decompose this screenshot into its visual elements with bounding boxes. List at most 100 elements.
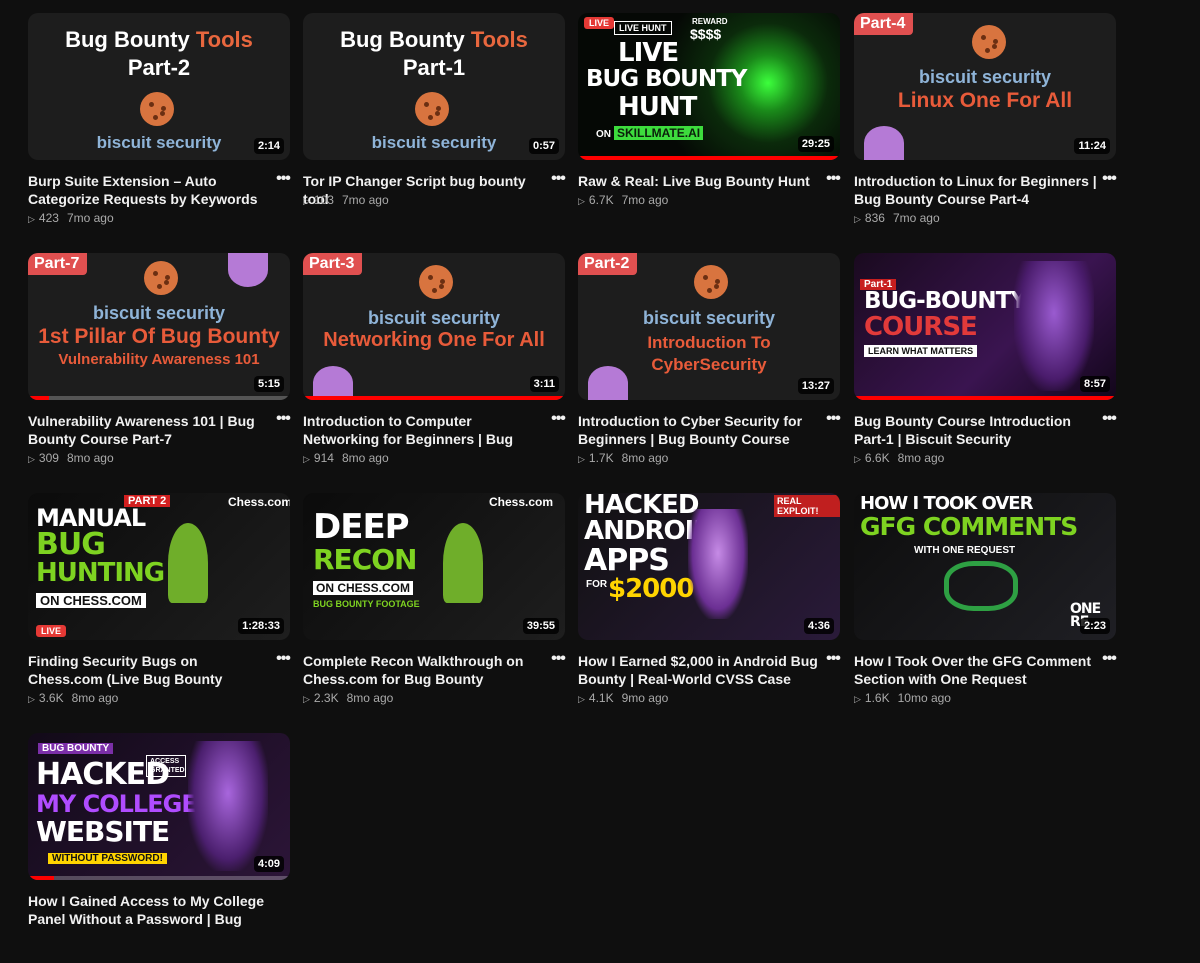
cookie-logo-icon — [419, 265, 453, 299]
watch-progress — [854, 396, 1116, 400]
thumb-sub: BUG BOUNTY FOOTAGE — [313, 599, 420, 609]
thumb-brand: biscuit security — [371, 133, 497, 152]
view-count: 423 — [38, 211, 59, 225]
thumb-reward-money: $$$$ — [690, 26, 722, 42]
video-title[interactable]: Introduction to Computer Networking for … — [303, 412, 547, 448]
thumb-brand: Chess.com — [489, 495, 554, 509]
more-vert-icon[interactable]: ••• — [824, 171, 842, 191]
thumb-headline: Networking One For All — [323, 329, 545, 351]
video-thumbnail[interactable]: Part-3 biscuit security Networking One F… — [303, 253, 565, 400]
watch-progress — [28, 876, 55, 880]
video-title[interactable]: How I Gained Access to My College Panel … — [28, 892, 272, 928]
upload-time: 8mo ago — [897, 451, 945, 465]
play-icon: ▷ — [578, 196, 585, 206]
play-icon: ▷ — [28, 694, 35, 704]
avatar — [313, 366, 353, 400]
upload-time: 7mo ago — [621, 193, 669, 207]
cookie-logo-icon — [972, 25, 1006, 59]
video-title[interactable]: Raw & Real: Live Bug Bounty Hunt — [578, 172, 822, 190]
more-vert-icon[interactable]: ••• — [549, 171, 567, 191]
view-count: 914 — [313, 451, 334, 465]
video-duration: 0:57 — [528, 138, 559, 154]
thumb-reward-label: REWARD — [692, 17, 728, 26]
video-thumbnail[interactable]: BUG BOUNTY HACKED MY COLLEGE WEBSITE WIT… — [28, 733, 290, 880]
thumb-site: ON CHESS.COM — [313, 581, 414, 595]
video-card[interactable]: PART 2 Chess.com MANUAL BUG HUNTING ON C… — [28, 493, 292, 723]
video-card[interactable]: Part-1 BUG-BOUNTY COURSE LEARN WHAT MATT… — [854, 253, 1118, 483]
thumb-money: $2000 — [608, 574, 694, 604]
play-icon: ▷ — [28, 214, 35, 224]
video-card[interactable]: Part-4 biscuit security Linux One For Al… — [854, 13, 1118, 243]
video-title[interactable]: Finding Security Bugs on Chess.com (Live… — [28, 652, 272, 688]
more-vert-icon[interactable]: ••• — [1100, 651, 1118, 671]
video-meta: ▷ 836 7mo ago — [854, 211, 940, 225]
upload-time: 10mo ago — [897, 691, 951, 705]
watch-progress-track — [28, 876, 290, 880]
video-thumbnail[interactable]: Bug Bounty Tools Part-1 biscuit security… — [303, 13, 565, 160]
video-thumbnail[interactable]: Bug Bounty Tools Part-2 biscuit security… — [28, 13, 290, 160]
video-thumbnail[interactable]: Part-2 biscuit security Introduction To … — [578, 253, 840, 400]
video-thumbnail[interactable]: Part-7 biscuit security 1st Pillar Of Bu… — [28, 253, 290, 400]
more-vert-icon[interactable]: ••• — [549, 411, 567, 431]
video-thumbnail[interactable]: Chess.com DEEP RECON ON CHESS.COM BUG BO… — [303, 493, 565, 640]
video-meta: ▷ 103 7mo ago — [303, 193, 389, 207]
more-vert-icon[interactable]: ••• — [274, 411, 292, 431]
more-vert-icon[interactable]: ••• — [824, 411, 842, 431]
video-title[interactable]: Introduction to Cyber Security for Begin… — [578, 412, 822, 448]
character-illustration — [188, 741, 268, 871]
view-count: 3.6K — [38, 691, 64, 705]
gfg-logo-icon — [944, 561, 1018, 611]
upload-time: 7mo ago — [341, 193, 389, 207]
video-card[interactable]: HOW I TOOK OVER GFG COMMENTS WITH ONE RE… — [854, 493, 1118, 723]
video-card[interactable]: Bug Bounty Tools Part-1 biscuit security… — [303, 13, 567, 243]
video-card[interactable]: BUG BOUNTY HACKED MY COLLEGE WEBSITE WIT… — [28, 733, 290, 963]
thumb-big1: HOW I TOOK OVER — [860, 493, 1033, 514]
video-duration: 4:36 — [803, 618, 834, 634]
watch-progress-track — [28, 396, 290, 400]
video-title[interactable]: Introduction to Linux for Beginners | Bu… — [854, 172, 1098, 208]
video-duration: 5:15 — [253, 376, 284, 392]
video-card[interactable]: LIVE LIVE HUNT REWARD $$$$ LIVE BUG BOUN… — [578, 13, 842, 243]
video-card[interactable]: HACKED ANDROID APPS FOR $2000 REAL EXPLO… — [578, 493, 842, 723]
video-card[interactable]: Chess.com DEEP RECON ON CHESS.COM BUG BO… — [303, 493, 567, 723]
thumb-sub: LEARN WHAT MATTERS — [864, 345, 978, 357]
video-thumbnail[interactable]: HACKED ANDROID APPS FOR $2000 REAL EXPLO… — [578, 493, 840, 640]
more-vert-icon[interactable]: ••• — [824, 651, 842, 671]
video-title[interactable]: Burp Suite Extension – Auto Categorize R… — [28, 172, 272, 208]
video-card[interactable]: Part-3 biscuit security Networking One F… — [303, 253, 567, 483]
video-thumbnail[interactable]: HOW I TOOK OVER GFG COMMENTS WITH ONE RE… — [854, 493, 1116, 640]
video-card[interactable]: Part-2 biscuit security Introduction To … — [578, 253, 842, 483]
avatar — [588, 366, 628, 400]
thumb-title-line1: Bug Bounty Tools — [65, 27, 253, 52]
video-thumbnail[interactable]: Part-4 biscuit security Linux One For Al… — [854, 13, 1116, 160]
more-vert-icon[interactable]: ••• — [274, 171, 292, 191]
more-vert-icon[interactable]: ••• — [1100, 411, 1118, 431]
thumb-brand: biscuit security — [918, 67, 1052, 87]
part-tag: Part-3 — [303, 253, 363, 275]
thumb-on: ON — [596, 129, 611, 140]
video-duration: 11:24 — [1074, 138, 1110, 154]
more-vert-icon[interactable]: ••• — [1100, 171, 1118, 191]
video-title[interactable]: Vulnerability Awareness 101 | Bug Bounty… — [28, 412, 272, 448]
cookie-logo-icon — [144, 261, 178, 295]
video-card[interactable]: Part-7 biscuit security 1st Pillar Of Bu… — [28, 253, 292, 483]
video-thumbnail[interactable]: Part-1 BUG-BOUNTY COURSE LEARN WHAT MATT… — [854, 253, 1116, 400]
video-meta: ▷ 2.3K 8mo ago — [303, 691, 393, 705]
more-vert-icon[interactable]: ••• — [549, 651, 567, 671]
play-icon: ▷ — [578, 694, 585, 704]
video-title[interactable]: Bug Bounty Course Introduction Part-1 | … — [854, 412, 1098, 448]
video-duration: 4:09 — [253, 856, 284, 872]
video-title[interactable]: How I Took Over the GFG Comment Section … — [854, 652, 1098, 688]
thumb-tag: REAL EXPLOIT! — [774, 495, 840, 517]
video-meta: ▷ 1.7K 8mo ago — [578, 451, 668, 465]
part-tag: Part-7 — [28, 253, 88, 275]
video-title[interactable]: Complete Recon Walkthrough on Chess.com … — [303, 652, 547, 688]
video-meta: ▷ 6.7K 7mo ago — [578, 193, 668, 207]
more-vert-icon[interactable]: ••• — [274, 651, 292, 671]
video-title[interactable]: How I Earned $2,000 in Android Bug Bount… — [578, 652, 822, 688]
play-icon: ▷ — [303, 196, 310, 206]
video-thumbnail[interactable]: LIVE LIVE HUNT REWARD $$$$ LIVE BUG BOUN… — [578, 13, 840, 160]
video-card[interactable]: Bug Bounty Tools Part-2 biscuit security… — [28, 13, 292, 243]
thumb-sub: WITHOUT PASSWORD! — [48, 853, 167, 864]
video-thumbnail[interactable]: PART 2 Chess.com MANUAL BUG HUNTING ON C… — [28, 493, 290, 640]
